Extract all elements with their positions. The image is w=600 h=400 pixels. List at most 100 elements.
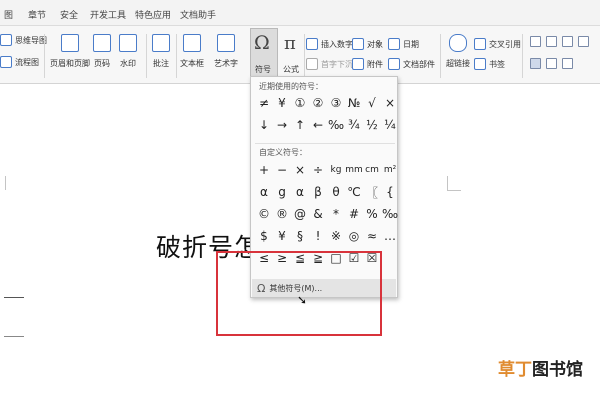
highlight-annotation-box [216,251,382,336]
menu-tab-doc-assistant[interactable]: 文档助手 [180,8,216,21]
wordart-button[interactable]: 艺术字 [214,34,238,69]
drop-cap-button[interactable]: 首字下沉 [306,58,353,70]
bookmark-button[interactable]: 书签 [474,58,505,70]
ribbon-divider [44,34,45,78]
object-button[interactable]: 对象 [352,38,383,50]
comment-button[interactable]: 批注 [152,34,170,69]
symbol-cell[interactable]: β [309,183,327,201]
pi-icon[interactable]: π [284,33,296,54]
symbol-cell[interactable]: $ [255,227,273,245]
symbol-cell[interactable]: … [381,227,399,245]
formula-label[interactable]: 公式 [283,64,299,75]
omega-icon: Ω [254,32,270,54]
symbol-cell[interactable]: → [273,116,291,134]
menu-tab-features[interactable]: 特色应用 [135,8,171,21]
symbol-cell[interactable]: * [327,205,345,223]
layout-icon-7[interactable] [562,58,573,69]
site-watermark: 草丁 图书馆 [498,355,583,380]
layout-icon-3[interactable] [562,36,573,47]
insert-number-button[interactable]: 插入数字 [306,38,353,50]
symbol-cell[interactable]: ≠ [255,94,273,112]
symbol-cell[interactable]: ‰ [381,205,399,223]
menu-tab-0[interactable]: 图 [4,8,13,21]
symbol-cell[interactable]: ÷ [309,161,327,179]
insert-number-icon [306,38,318,50]
symbol-cell[interactable]: ¼ [381,116,399,134]
symbol-cell[interactable]: α [255,183,273,201]
symbol-cell[interactable]: ≈ [363,227,381,245]
symbol-cell[interactable]: © [255,205,273,223]
symbol-cell[interactable]: − [273,161,291,179]
symbol-cell[interactable]: ② [309,94,327,112]
layout-icon-1[interactable] [530,36,541,47]
symbol-cell[interactable]: ◎ [345,227,363,245]
doc-parts-button[interactable]: 文档部件 [388,58,435,70]
symbol-cell[interactable]: ※ [327,227,345,245]
symbol-cell[interactable]: ¥ [273,227,291,245]
symbol-cell[interactable]: ‰ [327,116,345,134]
symbol-cell[interactable]: 〖 [363,183,381,201]
symbol-cell[interactable]: θ [327,183,345,201]
ribbon-divider [304,34,305,78]
em-dash-line [4,297,24,298]
symbol-cell[interactable]: m² [381,161,399,179]
layout-icon-6[interactable] [546,58,557,69]
flowchart-button[interactable]: 流程图 [0,56,39,68]
menu-tab-chapter[interactable]: 章节 [28,8,46,21]
symbol-cell[interactable]: cm [363,161,381,179]
menu-divider [255,143,395,144]
symbol-cell[interactable]: ↑ [291,116,309,134]
menu-tab-security[interactable]: 安全 [60,8,78,21]
symbol-cell[interactable]: { [381,183,399,201]
symbol-cell[interactable]: ③ [327,94,345,112]
bookmark-icon [474,58,486,70]
symbol-cell[interactable]: § [291,227,309,245]
hyperlink-button[interactable]: 超链接 [446,34,470,69]
symbol-cell[interactable]: № [345,94,363,112]
symbol-cell[interactable]: ¥ [273,94,291,112]
symbol-cell[interactable]: ½ [363,116,381,134]
symbol-cell[interactable]: α [291,183,309,201]
cross-reference-button[interactable]: 交叉引用 [474,38,521,50]
watermark-part-2: 图书馆 [532,360,583,380]
symbol-cell[interactable]: √ [363,94,381,112]
mindmap-icon [0,34,12,46]
symbol-cell[interactable]: ® [273,205,291,223]
layout-icon-5[interactable] [530,58,541,69]
symbol-cell[interactable]: ! [309,227,327,245]
symbol-cell[interactable]: × [381,94,399,112]
symbol-cell[interactable]: % [363,205,381,223]
mindmap-button[interactable]: 思维导图 [0,34,47,46]
header-footer-button[interactable]: 页眉和页脚 [50,34,90,69]
symbol-cell[interactable]: & [309,205,327,223]
symbol-cell[interactable]: ← [309,116,327,134]
menu-bar: 图 章节 安全 开发工具 特色应用 文档助手 [0,0,600,26]
textbox-button[interactable]: 文本框 [180,34,204,69]
symbol-cell[interactable]: kg [327,161,345,179]
symbol-cell[interactable]: @ [291,205,309,223]
textbox-icon [183,34,201,52]
symbol-cell[interactable]: # [345,205,363,223]
attachment-icon [352,58,364,70]
symbol-cell[interactable]: g [273,183,291,201]
page-number-icon [93,34,111,52]
symbol-cell[interactable]: × [291,161,309,179]
page-corner-mark [447,176,455,190]
symbol-cell[interactable]: ↓ [255,116,273,134]
object-icon [352,38,364,50]
attachment-button[interactable]: 附件 [352,58,383,70]
symbol-cell[interactable]: ℃ [345,183,363,201]
watermark-part-1: 草丁 [498,360,532,380]
watermark-button[interactable]: 水印 [119,34,137,69]
symbol-cell[interactable]: mm [345,161,363,179]
layout-icon-4[interactable] [578,36,589,47]
date-button[interactable]: 日期 [388,38,419,50]
symbol-cell[interactable]: ¾ [345,116,363,134]
layout-icon-2[interactable] [546,36,557,47]
symbol-cell[interactable] [381,249,399,267]
page-number-button[interactable]: 页码 [93,34,111,69]
symbol-cell[interactable]: ① [291,94,309,112]
symbol-cell[interactable]: + [255,161,273,179]
menu-tab-developer[interactable]: 开发工具 [90,8,126,21]
cross-reference-icon [474,38,486,50]
